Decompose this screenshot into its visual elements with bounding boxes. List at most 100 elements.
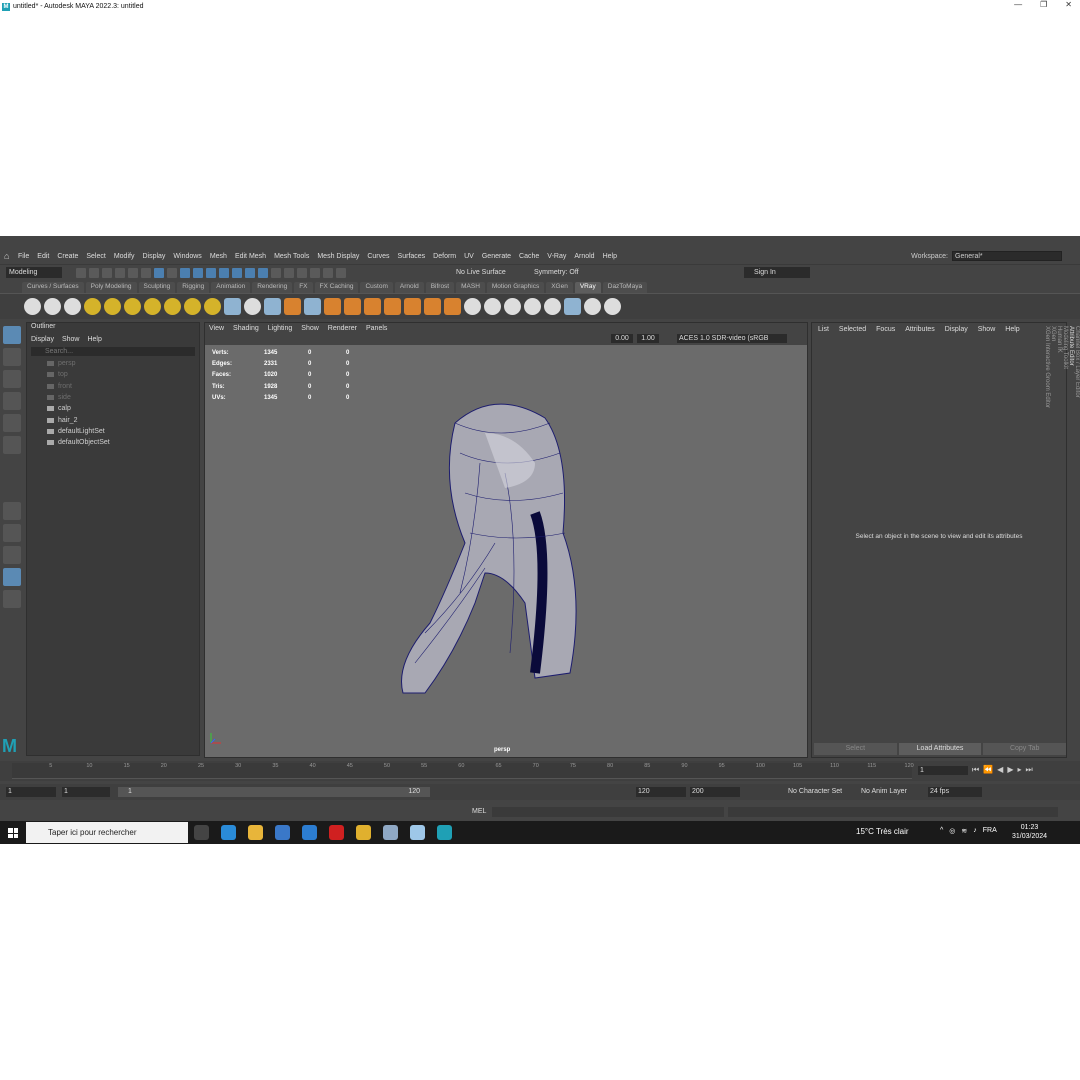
shelf-tab-bifrost[interactable]: Bifrost [425, 282, 455, 293]
close-button[interactable]: ✕ [1065, 0, 1072, 9]
shelf-tab-daztomaya[interactable]: DazToMaya [602, 282, 648, 293]
color-space-dropdown[interactable]: ACES 1.0 SDR-video (sRGB [677, 334, 787, 343]
mail-icon[interactable] [302, 825, 317, 840]
step-back-key-icon[interactable]: ⏪ [983, 765, 993, 775]
single-perspective-layout-icon[interactable] [3, 502, 21, 520]
chrome-icon[interactable] [356, 825, 371, 840]
viewport-menu-view[interactable]: View [209, 325, 224, 332]
material-library-icon[interactable] [524, 298, 541, 315]
menu-arnold[interactable]: Arnold [574, 253, 594, 260]
windows-start-icon[interactable] [8, 828, 18, 838]
weather-widget[interactable]: 15°C Très clair [856, 827, 909, 836]
taskbar-search-input[interactable]: Taper ici pour rechercher [26, 822, 188, 843]
outliner-menu-help[interactable]: Help [87, 336, 101, 343]
fur-icon[interactable] [324, 298, 341, 315]
mask-deform-icon[interactable] [219, 268, 229, 278]
workspace-dropdown[interactable]: General* [952, 251, 1062, 261]
opera-icon[interactable] [329, 825, 344, 840]
volume-icon[interactable] [304, 298, 321, 315]
clipper-icon[interactable] [404, 298, 421, 315]
volume-icon[interactable]: ♪ [973, 827, 977, 835]
shelf-tab-poly-modeling[interactable]: Poly Modeling [85, 282, 137, 293]
viewport-menu-renderer[interactable]: Renderer [328, 325, 357, 332]
select-tool-icon[interactable] [3, 326, 21, 344]
time-ticks[interactable]: 5 10 15 20 25 30 35 40 45 50 55 60 65 70 75 80 85 90 95 100… [12, 763, 914, 779]
snap-point-icon[interactable] [310, 268, 320, 278]
file-explorer-icon[interactable] [248, 825, 263, 840]
tray-chevron-icon[interactable]: ^ [940, 827, 943, 835]
menu-create[interactable]: Create [57, 253, 78, 260]
taskbar-clock[interactable]: 01:23 31/03/2024 [1012, 823, 1047, 841]
vray-render-icon[interactable] [24, 298, 41, 315]
shelf-tab-vray[interactable]: VRay [574, 282, 601, 293]
ae-menu-focus[interactable]: Focus [876, 326, 895, 333]
new-scene-icon[interactable] [76, 268, 86, 278]
shelf-tab-fx[interactable]: FX [294, 282, 313, 293]
scale-tool-icon[interactable] [3, 436, 21, 454]
live-surface-label[interactable]: No Live Surface [456, 269, 506, 276]
export-proxy-icon[interactable] [264, 298, 281, 315]
home-icon[interactable]: ⌂ [4, 251, 9, 261]
hair-icon[interactable] [364, 298, 381, 315]
menu-edit[interactable]: Edit [37, 253, 49, 260]
snap-surface-icon[interactable] [336, 268, 346, 278]
texture-icon[interactable] [484, 298, 501, 315]
animation-start-field[interactable]: 1 [6, 787, 56, 797]
search-icon[interactable] [3, 590, 21, 608]
menu-windows[interactable]: Windows [173, 253, 201, 260]
outliner-item[interactable]: defaultObjectSet [27, 437, 199, 448]
menu-help[interactable]: Help [603, 253, 617, 260]
mesh-light-icon[interactable] [164, 298, 181, 315]
sphere-light-icon[interactable] [144, 298, 161, 315]
side-tab-modeling-toolkit[interactable]: Modeling Toolkit [1062, 326, 1068, 408]
time-slider[interactable]: 5 10 15 20 25 30 35 40 45 50 55 60 65 70 75 80 85 90 95 100… [0, 761, 1080, 781]
side-tab-channel-box[interactable]: Channel Box / Layer Editor [1074, 326, 1080, 408]
shelf-tab-motion-graphics[interactable]: Motion Graphics [486, 282, 545, 293]
mask-dynamics-icon[interactable] [232, 268, 242, 278]
vray-vfb-icon[interactable] [64, 298, 81, 315]
language-indicator[interactable]: FRA [983, 827, 997, 835]
playback-start-field[interactable]: 1 [62, 787, 110, 797]
rect-light-icon[interactable] [124, 298, 141, 315]
outliner-layout-icon[interactable] [3, 546, 21, 564]
ae-menu-list[interactable]: List [818, 326, 829, 333]
mask-misc-icon[interactable] [258, 268, 268, 278]
animation-end-field[interactable]: 200 [690, 787, 740, 797]
menu-mesh-tools[interactable]: Mesh Tools [274, 253, 309, 260]
go-end-icon[interactable]: ⏭ [1026, 765, 1033, 775]
wifi-icon[interactable]: ≋ [961, 827, 967, 835]
material-icon[interactable] [464, 298, 481, 315]
sign-in-button[interactable]: Sign In [744, 267, 810, 278]
menu-file[interactable]: File [18, 253, 29, 260]
ies-light-icon[interactable] [184, 298, 201, 315]
save-scene-icon[interactable] [102, 268, 112, 278]
vray-ipr-icon[interactable] [44, 298, 61, 315]
task-view-icon[interactable] [194, 825, 209, 840]
ae-menu-attributes[interactable]: Attributes [905, 326, 935, 333]
shelf-tab-custom[interactable]: Custom [360, 282, 393, 293]
ae-menu-help[interactable]: Help [1005, 326, 1019, 333]
outliner-item[interactable]: defaultLightSet [27, 426, 199, 437]
select-object-icon[interactable] [154, 268, 164, 278]
shelf-tab-arnold[interactable]: Arnold [394, 282, 424, 293]
undo-icon[interactable] [115, 268, 125, 278]
gear-icon[interactable] [444, 298, 461, 315]
menu-modify[interactable]: Modify [114, 253, 135, 260]
lock-icon[interactable] [271, 268, 281, 278]
move-tool-icon[interactable] [3, 392, 21, 410]
scene-icon[interactable] [284, 298, 301, 315]
play-icon[interactable]: ▶ [1007, 765, 1013, 775]
exposure-field[interactable]: 0.00 [611, 334, 633, 343]
current-frame-field[interactable]: 1 [918, 766, 968, 775]
menu-mesh-display[interactable]: Mesh Display [317, 253, 359, 260]
shelf-tab-animation[interactable]: Animation [211, 282, 251, 293]
menu-mesh[interactable]: Mesh [210, 253, 227, 260]
ae-load-attributes-button[interactable]: Load Attributes [898, 743, 982, 755]
outliner-menu-show[interactable]: Show [62, 336, 80, 343]
app-icon[interactable] [383, 825, 398, 840]
color-icon[interactable] [504, 298, 521, 315]
snap-grid-icon[interactable] [284, 268, 294, 278]
viewport-menu-shading[interactable]: Shading [233, 325, 259, 332]
minimize-button[interactable]: — [1014, 0, 1022, 9]
outliner-menu-display[interactable]: Display [31, 336, 54, 343]
